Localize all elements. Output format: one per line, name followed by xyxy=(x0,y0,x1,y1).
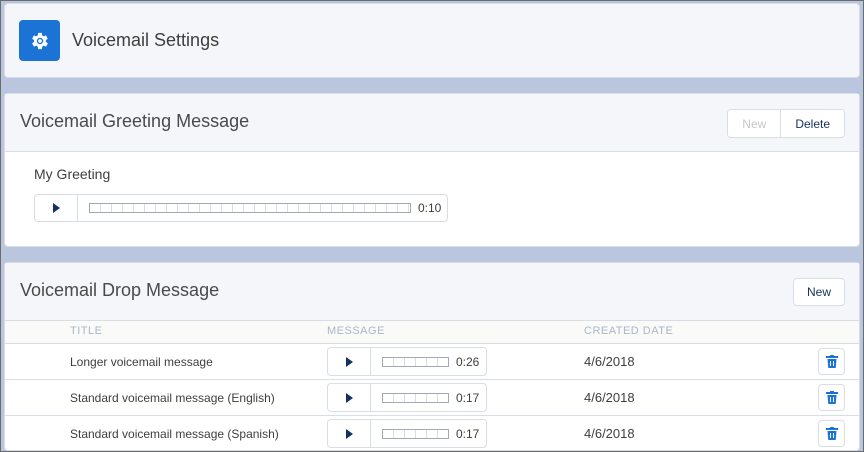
audio-duration: 0:17 xyxy=(456,426,480,441)
row-audio-player: 0:17 xyxy=(327,383,487,412)
row-audio-player: 0:17 xyxy=(327,419,487,448)
page-header: Voicemail Settings xyxy=(4,3,860,78)
column-header-created-date: CREATED DATE xyxy=(584,325,674,337)
greeting-delete-button[interactable]: Delete xyxy=(780,110,844,137)
delete-row-button[interactable] xyxy=(818,384,845,411)
row-created-date: 4/6/2018 xyxy=(584,354,635,369)
table-row: Standard voicemail message (English) 0:1… xyxy=(5,380,859,416)
greeting-new-button[interactable]: New xyxy=(728,110,781,137)
play-icon xyxy=(345,392,353,403)
audio-progress-track[interactable] xyxy=(382,392,449,403)
greeting-section-title: Voicemail Greeting Message xyxy=(20,111,250,131)
app-frame: Voicemail Settings Voicemail Greeting Me… xyxy=(0,0,864,452)
column-header-message: MESSAGE xyxy=(327,325,385,337)
column-header-title: TITLE xyxy=(70,325,103,337)
row-title: Longer voicemail message xyxy=(70,355,213,369)
drop-message-table: TITLE MESSAGE CREATED DATE Longer voicem… xyxy=(5,320,859,451)
row-audio-player: 0:26 xyxy=(327,347,487,376)
drop-section-title: Voicemail Drop Message xyxy=(20,280,220,300)
play-button[interactable] xyxy=(328,348,371,375)
play-button[interactable] xyxy=(35,195,78,221)
delete-row-button[interactable] xyxy=(818,348,845,375)
greeting-name: My Greeting xyxy=(34,166,111,182)
audio-progress-track[interactable] xyxy=(382,356,449,367)
drop-section: Voicemail Drop Message New TITLE MESSAGE… xyxy=(4,262,860,451)
play-icon xyxy=(345,428,353,439)
page-title: Voicemail Settings xyxy=(72,30,220,50)
greeting-audio-player: 0:10 xyxy=(34,194,448,222)
row-created-date: 4/6/2018 xyxy=(584,426,635,441)
audio-duration: 0:26 xyxy=(456,354,480,369)
greeting-section-header: Voicemail Greeting Message New Delete xyxy=(5,94,859,152)
play-button[interactable] xyxy=(328,384,371,411)
drop-new-button[interactable]: New xyxy=(792,278,845,306)
drop-section-header: Voicemail Drop Message New xyxy=(5,263,859,320)
row-title: Standard voicemail message (Spanish) xyxy=(70,427,279,441)
audio-progress-track[interactable] xyxy=(382,428,449,439)
table-header: TITLE MESSAGE CREATED DATE xyxy=(5,320,859,344)
row-title: Standard voicemail message (English) xyxy=(70,391,275,405)
gear-icon xyxy=(19,20,60,61)
greeting-button-group: New Delete xyxy=(727,109,845,138)
play-icon xyxy=(345,356,353,367)
audio-progress-track[interactable] xyxy=(89,203,411,213)
table-row: Longer voicemail message 0:26 4/6/2018 xyxy=(5,344,859,380)
row-created-date: 4/6/2018 xyxy=(584,390,635,405)
audio-duration: 0:10 xyxy=(418,201,442,215)
trash-icon xyxy=(825,391,838,404)
greeting-section: Voicemail Greeting Message New Delete My… xyxy=(4,93,860,247)
play-button[interactable] xyxy=(328,420,371,447)
table-row: Standard voicemail message (Spanish) 0:1… xyxy=(5,416,859,451)
trash-icon xyxy=(825,427,838,440)
trash-icon xyxy=(825,355,838,368)
delete-row-button[interactable] xyxy=(818,420,845,447)
audio-duration: 0:17 xyxy=(456,390,480,405)
play-icon xyxy=(52,203,60,213)
